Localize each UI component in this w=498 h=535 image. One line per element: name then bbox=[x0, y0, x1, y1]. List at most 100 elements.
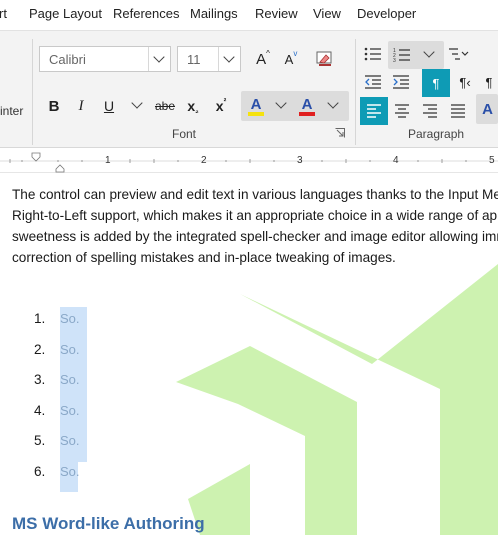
subscript-button[interactable]: x ₂ bbox=[180, 93, 206, 119]
ruler-number: 5 bbox=[489, 155, 495, 166]
numbering-dropdown[interactable] bbox=[416, 42, 442, 68]
ltr-direction-button[interactable]: ¶ bbox=[480, 69, 498, 95]
pilcrow-ltr-icon: ¶ bbox=[485, 74, 493, 90]
paragraph-line: Right-to-Left support, which makes it an… bbox=[12, 208, 498, 223]
pilcrow-icon: ¶ bbox=[432, 75, 440, 91]
font-color-icon: A bbox=[301, 95, 313, 113]
font-size-dropdown[interactable] bbox=[218, 47, 240, 71]
underline-button[interactable]: U bbox=[96, 93, 122, 119]
clear-formatting-button[interactable] bbox=[312, 46, 338, 72]
tab-insert[interactable]: rt bbox=[0, 6, 7, 21]
list-item: So. bbox=[60, 342, 80, 357]
numbering-button[interactable]: 1 2 3 bbox=[389, 42, 415, 68]
list-item: So. bbox=[60, 433, 80, 448]
tab-developer[interactable]: Developer bbox=[357, 6, 416, 21]
bullets-button[interactable] bbox=[360, 41, 386, 67]
increase-indent-button[interactable] bbox=[388, 69, 414, 95]
tab-view[interactable]: View bbox=[313, 6, 341, 21]
menu-bar: rt Page Layout References Mailings Revie… bbox=[0, 0, 498, 30]
font-family-dropdown[interactable] bbox=[148, 47, 170, 71]
align-left-button[interactable] bbox=[360, 97, 388, 125]
numbered-list-icon: 1 2 3 bbox=[393, 48, 410, 63]
list-number: 3. bbox=[34, 372, 46, 387]
ruler-number: 4 bbox=[393, 155, 399, 166]
list-item: So. bbox=[60, 464, 80, 479]
multilevel-list-button[interactable] bbox=[446, 41, 472, 67]
ruler-number: 1 bbox=[105, 155, 111, 166]
show-formatting-marks-button[interactable]: ¶ bbox=[422, 69, 450, 97]
font-dialog-launcher[interactable] bbox=[333, 126, 347, 140]
list-item: So. bbox=[60, 311, 80, 326]
tab-page-layout[interactable]: Page Layout bbox=[29, 6, 102, 21]
align-right-button[interactable] bbox=[417, 98, 443, 124]
italic-button[interactable]: I bbox=[68, 93, 94, 119]
chevron-down-icon bbox=[223, 51, 235, 63]
paragraph-group-label: Paragraph bbox=[408, 127, 465, 141]
rtl-direction-button[interactable]: ¶‹ bbox=[452, 69, 478, 95]
list-number: 2. bbox=[34, 342, 46, 357]
document-canvas[interactable]: The control can preview and edit text in… bbox=[0, 174, 498, 535]
bold-button[interactable]: B bbox=[41, 93, 67, 119]
justify-button[interactable] bbox=[445, 98, 471, 124]
svg-text:3: 3 bbox=[393, 58, 396, 63]
justify-icon bbox=[451, 104, 465, 118]
paragraph-line: correction of spelling mistakes and in-p… bbox=[12, 250, 396, 265]
caret-up-icon: ^ bbox=[266, 48, 270, 58]
highlight-dropdown[interactable] bbox=[268, 93, 294, 119]
font-color-button[interactable]: A bbox=[294, 93, 320, 119]
multilevel-list-icon bbox=[449, 48, 469, 60]
font-size-combo[interactable]: 11 bbox=[177, 46, 241, 72]
dialog-launcher-icon bbox=[335, 128, 345, 138]
align-right-icon bbox=[423, 104, 437, 118]
font-group-label: Font bbox=[172, 127, 197, 141]
superscript-mark: ² bbox=[223, 96, 227, 106]
list-number: 1. bbox=[34, 311, 46, 326]
superscript-button[interactable]: x ² bbox=[208, 93, 234, 119]
section-heading: MS Word-like Authoring bbox=[12, 514, 205, 533]
list-number: 5. bbox=[34, 433, 46, 448]
chevron-down-icon bbox=[275, 97, 287, 109]
caret-down-icon: v bbox=[293, 48, 298, 58]
shrink-font-icon: A bbox=[284, 51, 294, 67]
highlight-swatch bbox=[248, 111, 264, 116]
increase-indent-icon bbox=[393, 75, 409, 89]
clear-formatting-icon bbox=[316, 51, 332, 66]
ruler-ticks bbox=[0, 159, 498, 163]
font-family-combo[interactable]: Calibri bbox=[39, 46, 171, 72]
list-item: So. bbox=[60, 403, 80, 418]
list-number: 6. bbox=[34, 464, 46, 479]
strikethrough-button[interactable]: abe bbox=[152, 93, 178, 119]
ribbon: inter Calibri 11 A ^ A v B I U abe x ₂ x… bbox=[0, 30, 498, 148]
shading-button[interactable]: A bbox=[477, 96, 498, 122]
hanging-indent-marker[interactable] bbox=[54, 163, 66, 173]
tab-references[interactable]: References bbox=[113, 6, 179, 21]
ruler-number: 2 bbox=[201, 155, 207, 166]
chevron-down-icon bbox=[327, 97, 339, 109]
superscript-icon: x bbox=[215, 98, 224, 114]
ribbon-separator bbox=[355, 39, 356, 145]
list-item: So. bbox=[60, 372, 80, 387]
decrease-indent-button[interactable] bbox=[360, 69, 386, 95]
pilcrow-rtl-icon: ¶‹ bbox=[459, 74, 471, 90]
align-center-icon bbox=[395, 104, 409, 118]
shrink-font-button[interactable]: A v bbox=[278, 46, 304, 72]
align-center-button[interactable] bbox=[389, 98, 415, 124]
grow-font-button[interactable]: A ^ bbox=[250, 46, 276, 72]
subscript-mark: ₂ bbox=[195, 105, 199, 115]
tab-review[interactable]: Review bbox=[255, 6, 298, 21]
clipboard-painter-label[interactable]: inter bbox=[0, 104, 23, 118]
chevron-down-icon bbox=[153, 51, 165, 63]
highlight-color-button[interactable]: A bbox=[243, 93, 269, 119]
list-number: 4. bbox=[34, 403, 46, 418]
font-size-value: 11 bbox=[187, 52, 201, 67]
font-color-swatch bbox=[299, 111, 315, 116]
underline-options-dropdown[interactable] bbox=[124, 93, 150, 119]
subscript-icon: x bbox=[187, 98, 196, 114]
shading-icon: A bbox=[482, 100, 493, 118]
grow-font-icon: A bbox=[256, 50, 267, 68]
tab-mailings[interactable]: Mailings bbox=[190, 6, 238, 21]
horizontal-ruler[interactable]: 1 2 3 4 5 bbox=[0, 149, 498, 173]
font-color-dropdown[interactable] bbox=[320, 93, 346, 119]
ribbon-separator bbox=[32, 39, 33, 145]
indent-marker[interactable] bbox=[30, 149, 42, 173]
